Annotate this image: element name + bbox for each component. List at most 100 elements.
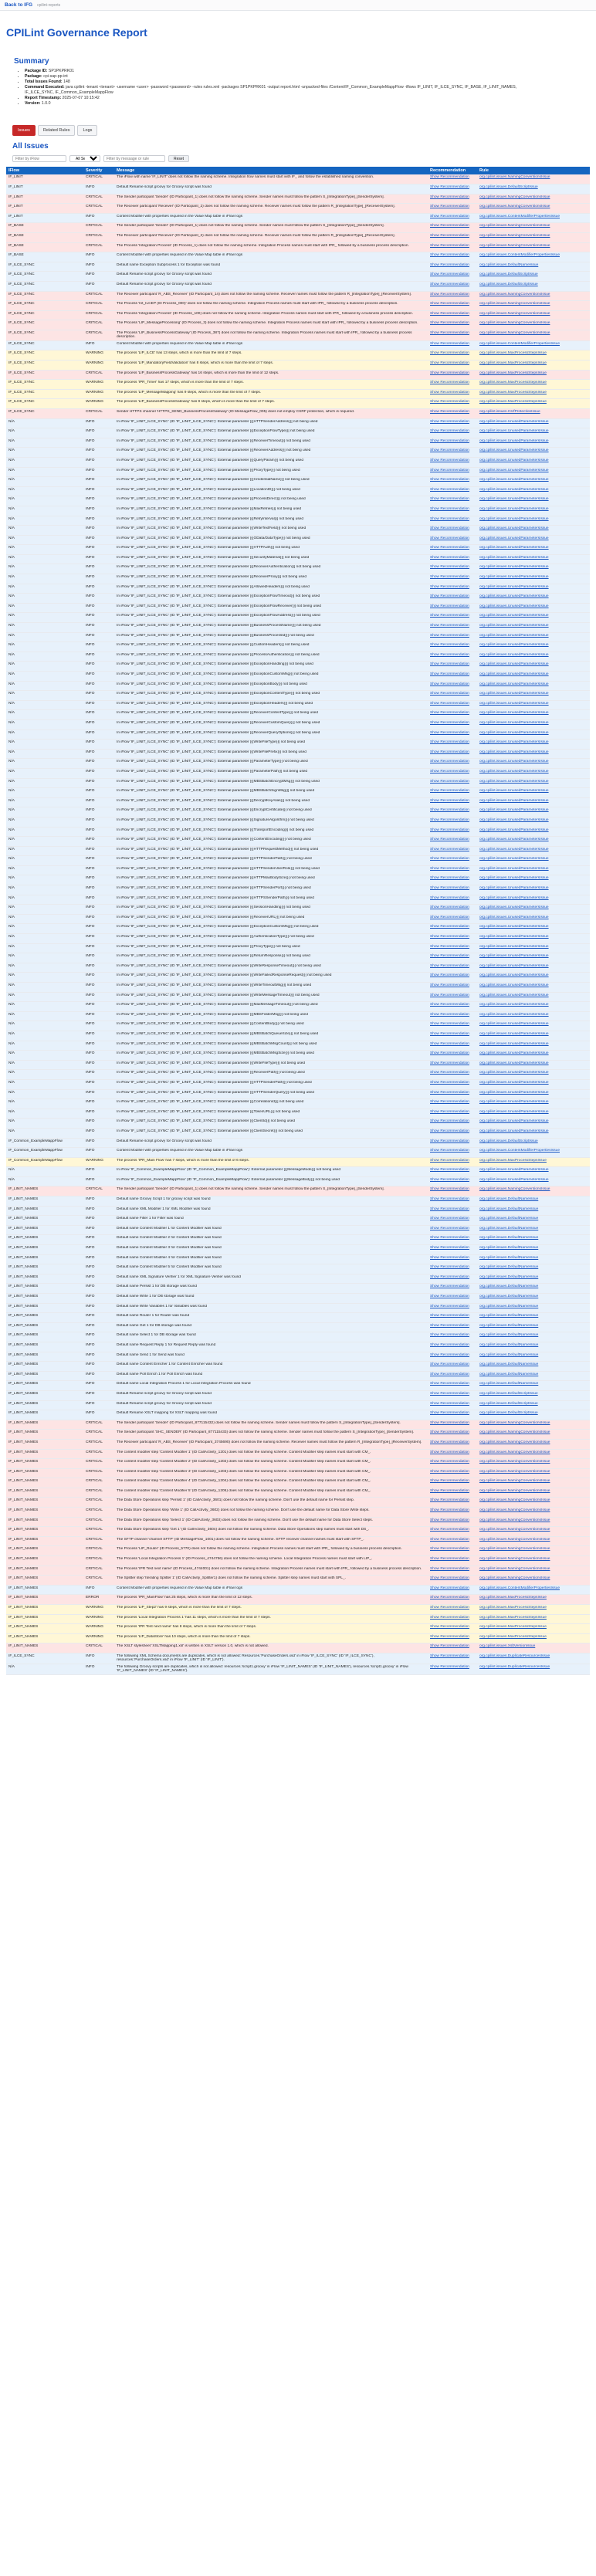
rule-link[interactable]: org.cpilint.issues.UnusedParametersIssue	[479, 954, 549, 958]
rule-link[interactable]: org.cpilint.issues.UnusedParametersIssue	[479, 886, 549, 890]
show-recommendation-link[interactable]: Show Recommendation	[430, 1665, 469, 1669]
rule-link[interactable]: org.cpilint.issues.UnusedParametersIssue	[479, 439, 549, 443]
show-recommendation-link[interactable]: Show Recommendation	[430, 1256, 469, 1260]
show-recommendation-link[interactable]: Show Recommendation	[430, 1314, 469, 1318]
rule-link[interactable]: org.cpilint.issues.UnusedParametersIssue	[479, 973, 549, 977]
show-recommendation-link[interactable]: Show Recommendation	[430, 565, 469, 569]
show-recommendation-link[interactable]: Show Recommendation	[430, 302, 469, 306]
rule-link[interactable]: org.cpilint.issues.UnusedParametersIssue	[479, 702, 549, 706]
show-recommendation-link[interactable]: Show Recommendation	[430, 1557, 469, 1561]
show-recommendation-link[interactable]: Show Recommendation	[430, 1576, 469, 1580]
rule-link[interactable]: org.cpilint.issues.NamingConventionsIssu…	[479, 1518, 550, 1522]
rule-link[interactable]: org.cpilint.issues.UnusedParametersIssue	[479, 1100, 549, 1104]
rule-link[interactable]: org.cpilint.issues.NamingConventionsIssu…	[479, 1479, 550, 1483]
rule-link[interactable]: org.cpilint.issues.UnusedParametersIssue	[479, 614, 549, 618]
show-recommendation-link[interactable]: Show Recommendation	[430, 205, 469, 208]
show-recommendation-link[interactable]: Show Recommendation	[430, 682, 469, 686]
show-recommendation-link[interactable]: Show Recommendation	[430, 818, 469, 822]
show-recommendation-link[interactable]: Show Recommendation	[430, 1644, 469, 1648]
rule-link[interactable]: org.cpilint.issues.UnusedParametersIssue	[479, 1022, 549, 1026]
rule-link[interactable]: org.cpilint.issues.DefaultScriptIssue	[479, 1139, 538, 1143]
show-recommendation-link[interactable]: Show Recommendation	[430, 1440, 469, 1444]
show-recommendation-link[interactable]: Show Recommendation	[430, 994, 469, 997]
show-recommendation-link[interactable]: Show Recommendation	[430, 293, 469, 296]
show-recommendation-link[interactable]: Show Recommendation	[430, 1246, 469, 1250]
show-recommendation-link[interactable]: Show Recommendation	[430, 634, 469, 638]
show-recommendation-link[interactable]: Show Recommendation	[430, 1110, 469, 1114]
rule-link[interactable]: org.cpilint.issues.DefaultNameIssue	[479, 1362, 538, 1366]
rule-link[interactable]: org.cpilint.issues.ContentModifierProper…	[479, 342, 560, 346]
back-link[interactable]: Back to IFG	[5, 2, 32, 8]
show-recommendation-link[interactable]: Show Recommendation	[430, 692, 469, 696]
rule-link[interactable]: org.cpilint.issues.UnusedParametersIssue	[479, 945, 549, 949]
rule-link[interactable]: org.cpilint.issues.NamingConventionsIssu…	[479, 1528, 550, 1532]
rule-link[interactable]: org.cpilint.issues.DefaultNameIssue	[479, 1314, 538, 1318]
show-recommendation-link[interactable]: Show Recommendation	[430, 1227, 469, 1230]
show-recommendation-link[interactable]: Show Recommendation	[430, 1295, 469, 1298]
rule-link[interactable]: org.cpilint.issues.UnusedParametersIssue	[479, 857, 549, 861]
rule-link[interactable]: org.cpilint.issues.UnusedParametersIssue	[479, 682, 549, 686]
show-recommendation-link[interactable]: Show Recommendation	[430, 283, 469, 286]
show-recommendation-link[interactable]: Show Recommendation	[430, 391, 469, 394]
show-recommendation-link[interactable]: Show Recommendation	[430, 1567, 469, 1571]
show-recommendation-link[interactable]: Show Recommendation	[430, 1081, 469, 1085]
reset-filters-button[interactable]: Reset	[168, 155, 190, 162]
rule-link[interactable]: org.cpilint.issues.DefaultNameIssue	[479, 1256, 538, 1260]
rule-link[interactable]: org.cpilint.issues.UnusedParametersIssue	[479, 905, 549, 909]
show-recommendation-link[interactable]: Show Recommendation	[430, 945, 469, 949]
show-recommendation-link[interactable]: Show Recommendation	[430, 828, 469, 832]
rule-link[interactable]: org.cpilint.issues.UnusedParametersIssue	[479, 808, 549, 812]
rule-link[interactable]: org.cpilint.issues.UnusedParametersIssue	[479, 1110, 549, 1114]
show-recommendation-link[interactable]: Show Recommendation	[430, 429, 469, 433]
show-recommendation-link[interactable]: Show Recommendation	[430, 1187, 469, 1191]
rule-link[interactable]: org.cpilint.issues.MaxProcessStepsIssue	[479, 1625, 547, 1629]
rule-link[interactable]: org.cpilint.issues.MaxProcessStepsIssue	[479, 1596, 547, 1599]
show-recommendation-link[interactable]: Show Recommendation	[430, 1508, 469, 1512]
rule-link[interactable]: org.cpilint.issues.DefaultNameIssue	[479, 1373, 538, 1376]
rule-link[interactable]: org.cpilint.issues.NamingConventionsIssu…	[479, 293, 550, 296]
show-recommendation-link[interactable]: Show Recommendation	[430, 1430, 469, 1434]
rule-link[interactable]: org.cpilint.issues.UnusedParametersIssue	[479, 478, 549, 482]
show-recommendation-link[interactable]: Show Recommendation	[430, 1178, 469, 1182]
show-recommendation-link[interactable]: Show Recommendation	[430, 624, 469, 628]
show-recommendation-link[interactable]: Show Recommendation	[430, 780, 469, 784]
show-recommendation-link[interactable]: Show Recommendation	[430, 857, 469, 861]
rule-link[interactable]: org.cpilint.issues.MaxProcessStepsIssue	[479, 1616, 547, 1620]
rule-link[interactable]: org.cpilint.issues.UnusedParametersIssue	[479, 420, 549, 424]
show-recommendation-link[interactable]: Show Recommendation	[430, 400, 469, 404]
rule-link[interactable]: org.cpilint.issues.DefaultNameIssue	[479, 1236, 538, 1240]
show-recommendation-link[interactable]: Show Recommendation	[430, 973, 469, 977]
rule-link[interactable]: org.cpilint.issues.DefaultScriptIssue	[479, 1411, 538, 1415]
rule-link[interactable]: org.cpilint.issues.UnusedParametersIssue	[479, 517, 549, 521]
rule-link[interactable]: org.cpilint.issues.UnusedParametersIssue	[479, 983, 549, 987]
show-recommendation-link[interactable]: Show Recommendation	[430, 1373, 469, 1376]
rule-link[interactable]: org.cpilint.issues.UnusedParametersIssue	[479, 1013, 549, 1017]
show-recommendation-link[interactable]: Show Recommendation	[430, 1013, 469, 1017]
show-recommendation-link[interactable]: Show Recommendation	[430, 876, 469, 880]
rule-link[interactable]: org.cpilint.issues.UnusedParametersIssue	[479, 916, 549, 919]
tab-related-rules[interactable]: Related Rules	[37, 125, 76, 136]
tab-issues[interactable]: Issues	[12, 125, 36, 136]
rule-link[interactable]: org.cpilint.issues.UnusedParametersIssue	[479, 1032, 549, 1036]
column-header-iflow[interactable]: IFlow	[6, 167, 83, 174]
show-recommendation-link[interactable]: Show Recommendation	[430, 410, 469, 414]
show-recommendation-link[interactable]: Show Recommendation	[430, 1217, 469, 1220]
rule-link[interactable]: org.cpilint.issues.UnusedParametersIssue	[479, 634, 549, 638]
rule-link[interactable]: org.cpilint.issues.UnusedParametersIssue	[479, 575, 549, 579]
show-recommendation-link[interactable]: Show Recommendation	[430, 1362, 469, 1366]
rule-link[interactable]: org.cpilint.issues.MaxProcessStepsIssue	[479, 1159, 547, 1163]
show-recommendation-link[interactable]: Show Recommendation	[430, 750, 469, 754]
rule-link[interactable]: org.cpilint.issues.UnusedParametersIssue	[479, 449, 549, 452]
rule-link[interactable]: org.cpilint.issues.MaxProcessStepsIssue	[479, 400, 547, 404]
show-recommendation-link[interactable]: Show Recommendation	[430, 662, 469, 666]
rule-link[interactable]: org.cpilint.issues.UnusedParametersIssue	[479, 488, 549, 492]
show-recommendation-link[interactable]: Show Recommendation	[430, 1392, 469, 1396]
show-recommendation-link[interactable]: Show Recommendation	[430, 896, 469, 900]
show-recommendation-link[interactable]: Show Recommendation	[430, 439, 469, 443]
rule-link[interactable]: org.cpilint.issues.UnusedParametersIssue	[479, 497, 549, 501]
rule-link[interactable]: org.cpilint.issues.MaxProcessStepsIssue	[479, 391, 547, 394]
show-recommendation-link[interactable]: Show Recommendation	[430, 740, 469, 744]
show-recommendation-link[interactable]: Show Recommendation	[430, 1236, 469, 1240]
show-recommendation-link[interactable]: Show Recommendation	[430, 1071, 469, 1075]
show-recommendation-link[interactable]: Show Recommendation	[430, 517, 469, 521]
